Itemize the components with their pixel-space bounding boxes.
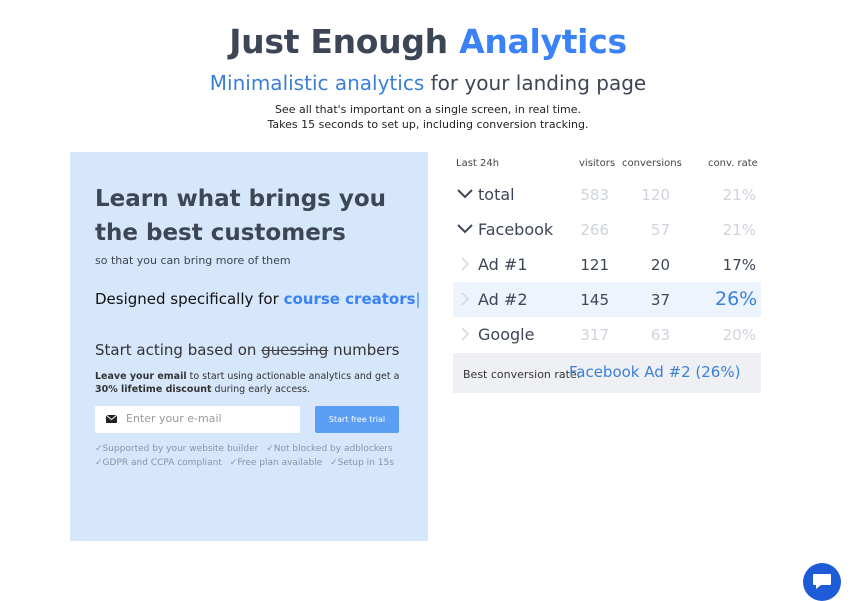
leave-bold-2: 30% lifetime discount bbox=[95, 384, 212, 395]
row-conversions: 20 bbox=[650, 256, 670, 274]
best-conversion-value: Facebook Ad #2 (26%) bbox=[569, 363, 741, 381]
row-name: total bbox=[478, 185, 515, 204]
designed-prefix: Designed specifically for bbox=[95, 290, 284, 308]
feature-item: ✓GDPR and CCPA compliant bbox=[95, 458, 222, 468]
subtitle-rest: for your landing page bbox=[424, 71, 647, 95]
column-header-visitors: visitors bbox=[579, 158, 616, 169]
chevron-down-icon[interactable] bbox=[457, 187, 473, 201]
chevron-right-icon[interactable] bbox=[457, 257, 473, 271]
feature-item: ✓Setup in 15s bbox=[330, 458, 394, 468]
panel-title: Learn what brings you the best customers bbox=[95, 186, 387, 246]
subtitle-accent: Minimalistic analytics bbox=[209, 71, 425, 95]
leave-bold-1: Leave your email bbox=[95, 371, 187, 382]
start-strike: guessing bbox=[261, 341, 329, 359]
row-visitors: 121 bbox=[580, 256, 609, 274]
row-conversions: 57 bbox=[650, 221, 670, 239]
chevron-right-icon[interactable] bbox=[457, 292, 473, 306]
period-label: Last 24h bbox=[456, 158, 500, 169]
email-placeholder: Enter your e-mail bbox=[126, 412, 222, 425]
description-line-1: See all that's important on a single scr… bbox=[274, 103, 582, 116]
chevron-right-icon[interactable] bbox=[457, 327, 473, 341]
row-rate: 26% bbox=[715, 288, 758, 310]
description-line-2: Takes 15 seconds to set up, including co… bbox=[267, 118, 589, 131]
stats-table: Last 24h visitors conversions conv. rate… bbox=[453, 152, 761, 393]
features-row-1: ✓Supported by your website builder ✓Not … bbox=[95, 444, 415, 454]
signup-panel: Learn what brings you the best customers… bbox=[70, 152, 428, 541]
row-name: Google bbox=[478, 325, 535, 344]
feature-item: ✓Not blocked by adblockers bbox=[266, 444, 393, 454]
leave-end: during early access. bbox=[211, 384, 311, 395]
features-row-2: ✓GDPR and CCPA compliant ✓Free plan avai… bbox=[95, 458, 415, 468]
row-rate: 20% bbox=[722, 326, 756, 344]
start-free-trial-button[interactable]: Start free trial bbox=[315, 406, 399, 433]
designed-accent: course creators bbox=[283, 290, 416, 308]
row-conversions: 37 bbox=[650, 291, 670, 309]
best-conversion-label: Best conversion rate: bbox=[463, 368, 581, 381]
table-row-ad1[interactable]: Ad #1 121 20 17% bbox=[453, 247, 761, 282]
row-conversions: 120 bbox=[641, 186, 670, 204]
email-field[interactable]: Enter your e-mail bbox=[95, 406, 300, 433]
start-acting-text: Start acting based on guessing numbers bbox=[95, 341, 399, 359]
chat-button[interactable] bbox=[803, 563, 841, 601]
feature-item: ✓Supported by your website builder bbox=[95, 444, 259, 454]
column-header-rate: conv. rate bbox=[708, 158, 758, 169]
row-rate: 17% bbox=[722, 256, 756, 274]
start-prefix: Start acting based on bbox=[95, 341, 262, 359]
row-name: Ad #1 bbox=[478, 255, 528, 274]
panel-subtitle: so that you can bring more of them bbox=[95, 254, 291, 267]
start-suffix: numbers bbox=[328, 341, 400, 359]
page-title: Just Enough Analytics bbox=[0, 22, 856, 61]
table-row-total[interactable]: total 583 120 21% bbox=[453, 177, 761, 212]
table-row-google[interactable]: Google 317 63 20% bbox=[453, 317, 761, 352]
row-visitors: 266 bbox=[580, 221, 609, 239]
row-rate: 21% bbox=[722, 186, 756, 204]
leave-mid: to start using actionable analytics and … bbox=[186, 371, 400, 382]
chevron-down-icon[interactable] bbox=[457, 222, 473, 236]
table-row-ad2[interactable]: Ad #2 145 37 26% bbox=[453, 282, 761, 317]
row-visitors: 583 bbox=[580, 186, 609, 204]
leave-email-text: Leave your email to start using actionab… bbox=[95, 370, 405, 396]
row-name: Ad #2 bbox=[478, 290, 528, 309]
column-header-conversions: conversions bbox=[622, 158, 682, 169]
chat-bubble-icon bbox=[813, 574, 831, 589]
best-conversion-box: Best conversion rate: Facebook Ad #2 (26… bbox=[453, 353, 761, 393]
feature-item: ✓Free plan available bbox=[229, 458, 323, 468]
page-subtitle: Minimalistic analytics for your landing … bbox=[0, 71, 856, 95]
designed-for-text: Designed specifically for course creator… bbox=[95, 290, 421, 308]
title-main: Just Enough bbox=[229, 22, 460, 61]
row-rate: 21% bbox=[722, 221, 756, 239]
row-conversions: 63 bbox=[650, 326, 670, 344]
row-visitors: 317 bbox=[580, 326, 609, 344]
mail-icon bbox=[106, 415, 117, 423]
row-visitors: 145 bbox=[580, 291, 609, 309]
row-name: Facebook bbox=[478, 220, 554, 239]
table-row-facebook[interactable]: Facebook 266 57 21% bbox=[453, 212, 761, 247]
title-accent: Analytics bbox=[459, 22, 627, 61]
text-caret: | bbox=[415, 290, 421, 308]
